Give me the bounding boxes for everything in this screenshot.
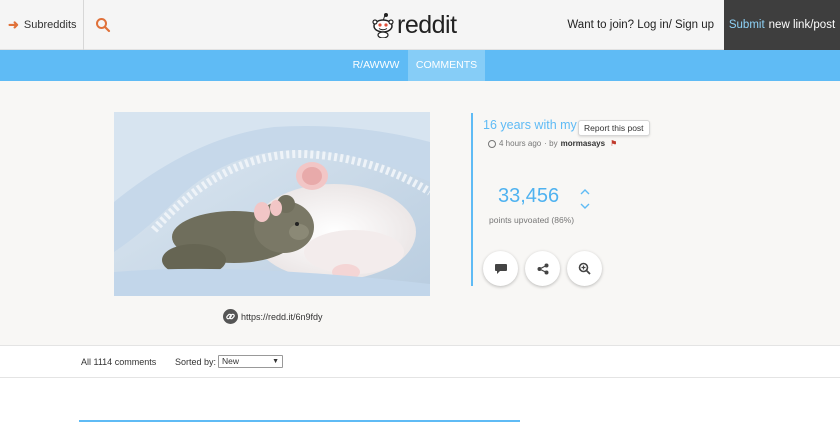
post-title[interactable]: 16 years with my <box>483 118 577 132</box>
tab-subreddit[interactable]: R/AWWW <box>341 50 411 81</box>
score-label: points upvoated (86%) <box>489 215 575 225</box>
comment-icon <box>494 263 507 274</box>
share-button[interactable] <box>525 251 560 286</box>
post-info-divider <box>471 113 473 286</box>
post-by: · by <box>544 139 558 148</box>
post-time: 4 hours ago <box>499 139 542 148</box>
clock-icon <box>488 139 496 148</box>
link-icon <box>223 309 238 324</box>
join-login-link[interactable]: Want to join? Log in/ Sign up <box>567 0 714 50</box>
post-area: https://redd.it/6n9fdy 16 years with my … <box>0 81 840 346</box>
short-link[interactable]: https://redd.it/6n9fdy <box>223 309 323 324</box>
nav-bar: R/AWWW COMMENTS <box>0 50 840 81</box>
submit-button[interactable]: Submit new link/post <box>724 0 840 50</box>
search-icon[interactable] <box>95 17 111 33</box>
zoom-in-icon <box>578 262 591 275</box>
comments-bar: All 1114 comments Sorted by: New ▼ <box>0 346 840 378</box>
report-tooltip: Report this post <box>578 120 650 136</box>
logo-text: reddit <box>397 10 457 39</box>
share-icon <box>537 263 548 274</box>
comment-count: All 1114 comments <box>81 357 157 367</box>
chevron-down-icon: ▼ <box>272 358 279 365</box>
vote-arrows[interactable] <box>580 188 590 210</box>
subreddits-label: Subreddits <box>23 19 77 31</box>
downvote-icon <box>580 203 590 209</box>
post-image[interactable] <box>114 112 430 296</box>
report-flag-icon[interactable]: ⚑ <box>610 139 617 148</box>
upvote-icon <box>580 189 590 195</box>
submit-rest-label: new link/post <box>768 19 836 31</box>
tab-comments[interactable]: COMMENTS <box>408 50 485 81</box>
reddit-alien-icon <box>372 13 394 38</box>
score: 33,456 <box>498 185 560 207</box>
comments-button[interactable] <box>483 251 518 286</box>
reddit-logo[interactable]: reddit <box>372 9 457 41</box>
post-meta: 4 hours ago · by mormasays ⚑ <box>488 139 617 148</box>
top-bar: ➜ Subreddits reddit Want to join? Log in… <box>0 0 840 50</box>
sort-select-value: New <box>222 356 240 366</box>
sorted-by-label: Sorted by: <box>175 357 217 367</box>
sort-select[interactable]: New ▼ <box>218 355 283 368</box>
short-link-text: https://redd.it/6n9fdy <box>241 311 323 322</box>
subreddits-button[interactable]: ➜ Subreddits <box>0 0 84 50</box>
post-author[interactable]: mormasays <box>561 139 605 148</box>
zoom-button[interactable] <box>567 251 602 286</box>
arrow-right-icon: ➜ <box>8 17 19 32</box>
submit-accent-label: Submit <box>728 19 765 31</box>
